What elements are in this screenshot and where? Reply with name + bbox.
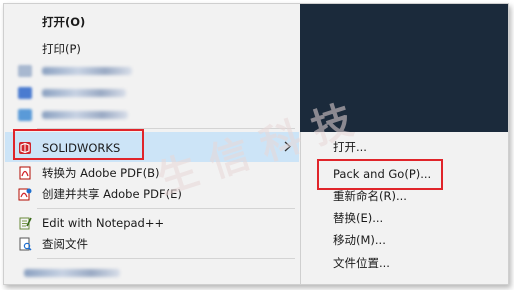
- menu-item-blurred-3[interactable]: [4, 104, 300, 126]
- annotation-box-solidworks: [13, 129, 144, 160]
- submenu-item-file-location[interactable]: 文件位置...: [301, 252, 508, 274]
- context-menu-screenshot: 打开(O) 打印(P) SOLIDWORKS 转换为 Adobe PDF(B) …: [3, 3, 509, 285]
- menu-item-convert-pdf-label: 转换为 Adobe PDF(B): [42, 166, 160, 180]
- menu-item-print-label: 打印(P): [42, 42, 81, 56]
- menu-separator: [37, 208, 295, 209]
- menu-item-blurred-2[interactable]: [4, 82, 300, 104]
- blurred-app-icon: [18, 87, 32, 99]
- submenu-item-open-label: 打开...: [333, 140, 367, 154]
- menu-item-create-share-pdf-label: 创建并共享 Adobe PDF(E): [42, 187, 182, 201]
- blurred-text: [42, 111, 128, 119]
- context-menu: 打开(O) 打印(P) SOLIDWORKS 转换为 Adobe PDF(B) …: [4, 4, 300, 284]
- submenu-item-open[interactable]: 打开...: [301, 136, 508, 158]
- blurred-text: [24, 269, 120, 277]
- menu-item-notepad-label: Edit with Notepad++: [42, 216, 165, 230]
- annotation-box-pack-and-go: [317, 159, 443, 190]
- menu-item-convert-pdf[interactable]: 转换为 Adobe PDF(B): [4, 162, 300, 184]
- submenu-arrow-icon: [284, 141, 291, 152]
- blurred-app-icon: [18, 109, 32, 121]
- menu-item-create-share-pdf[interactable]: 创建并共享 Adobe PDF(E): [4, 183, 300, 205]
- menu-item-view-file[interactable]: 查阅文件: [4, 233, 300, 255]
- submenu-item-move-label: 移动(M)...: [333, 233, 386, 247]
- blurred-text: [42, 67, 132, 75]
- menu-item-view-file-label: 查阅文件: [42, 237, 88, 251]
- adobe-pdf-icon: [18, 166, 32, 180]
- menu-item-blurred-1[interactable]: [4, 60, 300, 82]
- submenu-item-replace-label: 替换(E)...: [333, 211, 384, 225]
- menu-separator: [37, 258, 295, 259]
- adobe-pdf-share-icon: [18, 187, 32, 201]
- menu-item-open-label: 打开(O): [42, 15, 86, 29]
- submenu-item-rename-label: 重新命名(R)...: [333, 189, 407, 203]
- menu-item-open[interactable]: 打开(O): [4, 11, 300, 33]
- menu-item-blurred-4[interactable]: [4, 262, 300, 284]
- blurred-text: [42, 89, 126, 97]
- blurred-app-icon: [18, 65, 32, 77]
- view-file-icon: [18, 237, 32, 251]
- solidworks-submenu: 打开... Pack and Go(P)... 重新命名(R)... 替换(E)…: [300, 132, 508, 284]
- submenu-item-file-location-label: 文件位置...: [333, 256, 390, 270]
- submenu-item-move[interactable]: 移动(M)...: [301, 229, 508, 251]
- desktop-background: [300, 4, 508, 132]
- menu-item-notepad[interactable]: Edit with Notepad++: [4, 212, 300, 234]
- notepad-plus-plus-icon: [18, 216, 32, 230]
- submenu-item-replace[interactable]: 替换(E)...: [301, 207, 508, 229]
- menu-item-print[interactable]: 打印(P): [4, 38, 300, 60]
